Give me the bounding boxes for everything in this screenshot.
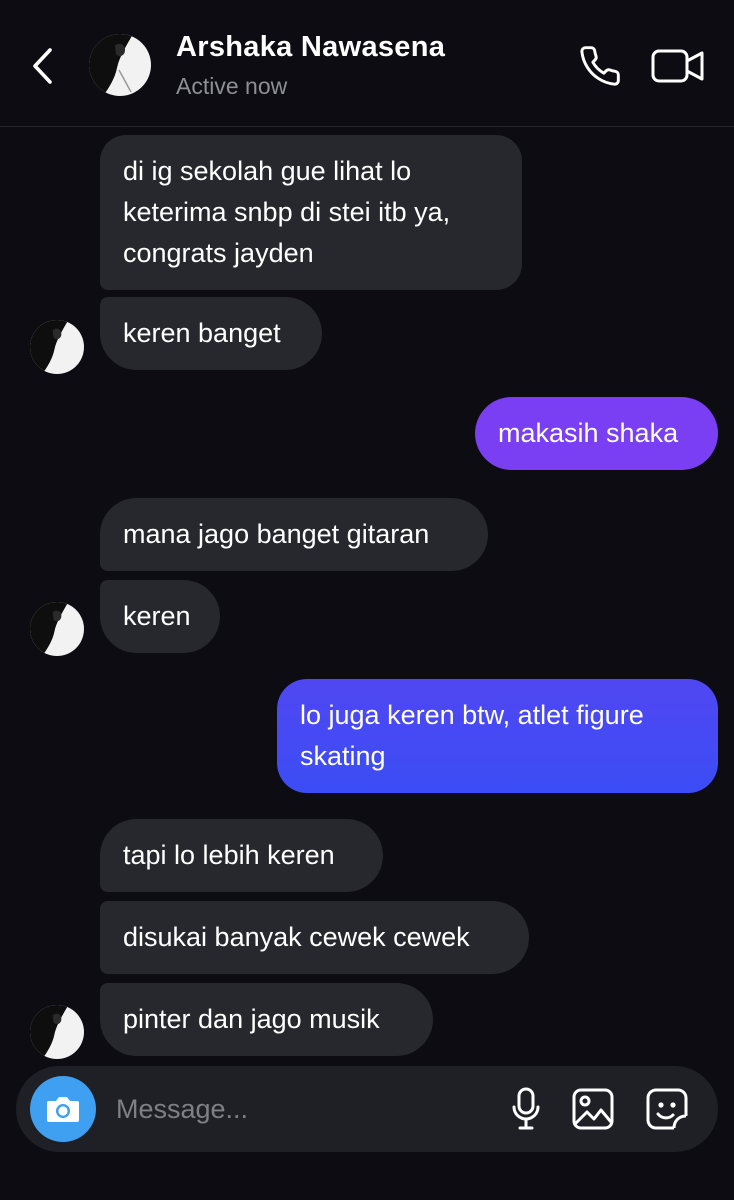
chat-header: Arshaka Nawasena Active now: [0, 0, 734, 127]
sticker-button[interactable]: [642, 1084, 692, 1134]
sender-avatar[interactable]: [30, 1005, 84, 1059]
message-composer: [16, 1066, 718, 1152]
message-bubble-incoming[interactable]: keren: [100, 580, 220, 653]
phone-icon: [580, 46, 620, 86]
image-icon: [572, 1088, 614, 1130]
sender-avatar[interactable]: [30, 320, 84, 374]
video-call-button[interactable]: [648, 42, 708, 90]
message-bubble-outgoing[interactable]: makasih shaka: [475, 397, 718, 470]
message-text-line: makasih shaka: [498, 418, 679, 448]
message-bubble-incoming[interactable]: tapi lo lebih keren: [100, 819, 383, 892]
message-text-line: disukai banyak cewek cewek: [123, 922, 470, 952]
video-camera-icon: [651, 49, 704, 83]
message-bubble-incoming[interactable]: di ig sekolah gue lihat lo keterima snbp…: [100, 135, 522, 290]
message-text-line: mana jago banget gitaran: [123, 519, 430, 549]
voice-message-button[interactable]: [506, 1084, 546, 1134]
message-text-line: pinter dan jago musik: [123, 1004, 380, 1034]
back-button[interactable]: [22, 44, 62, 88]
sender-avatar[interactable]: [30, 602, 84, 656]
message-bubble-incoming[interactable]: disukai banyak cewek cewek: [100, 901, 529, 974]
message-text-line: di ig sekolah gue lihat lo: [123, 156, 412, 186]
chevron-left-icon: [33, 48, 52, 84]
camera-icon: [47, 1097, 79, 1122]
camera-button[interactable]: [30, 1076, 96, 1142]
message-text-line: tapi lo lebih keren: [123, 840, 335, 870]
message-text-line: lo juga keren btw, atlet figure: [300, 700, 644, 730]
message-text-line: congrats jayden: [123, 238, 314, 268]
contact-avatar[interactable]: [89, 34, 151, 96]
message-bubble-outgoing[interactable]: lo juga keren btw, atlet figure skating: [277, 679, 718, 793]
message-input[interactable]: [116, 1084, 486, 1134]
voice-call-button[interactable]: [574, 42, 626, 90]
message-text-line: keren: [123, 601, 191, 631]
message-text-line: keren banget: [123, 318, 281, 348]
microphone-icon: [512, 1087, 540, 1130]
message-bubble-incoming[interactable]: keren banget: [100, 297, 322, 370]
active-status: Active now: [176, 73, 288, 99]
message-bubble-incoming[interactable]: mana jago banget gitaran: [100, 498, 488, 571]
message-bubble-incoming[interactable]: pinter dan jago musik: [100, 983, 433, 1056]
gallery-button[interactable]: [568, 1084, 618, 1134]
message-text-line: keterima snbp di stei itb ya,: [123, 197, 451, 227]
contact-name[interactable]: Arshaka Nawasena: [176, 31, 445, 64]
sticker-icon: [646, 1088, 688, 1130]
message-text-line: skating: [300, 741, 386, 771]
